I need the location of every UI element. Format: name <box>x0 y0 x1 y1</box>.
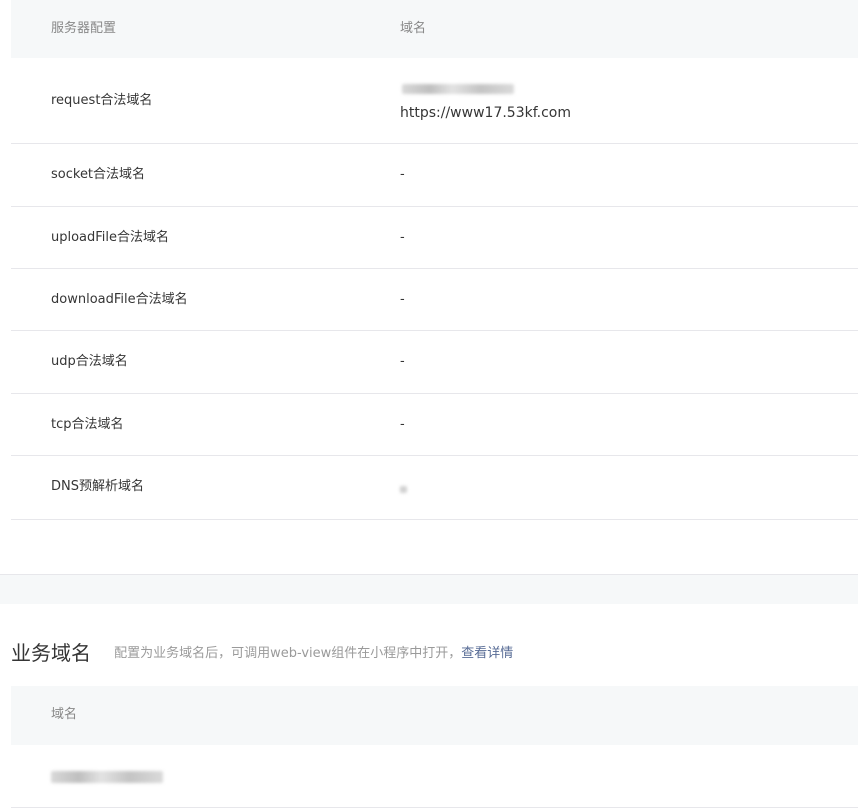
server-config-table-header: 服务器配置 域名 <box>11 0 858 58</box>
table-row-request: request合法域名 https://www17.53kf.com <box>11 58 858 144</box>
table-row-dns: DNS预解析域名 <box>11 456 858 520</box>
row-value-downloadfile: - <box>400 292 405 307</box>
section-title: 业务域名 <box>11 641 91 665</box>
view-details-link[interactable]: 查看详情 <box>461 646 513 661</box>
section-divider <box>0 574 858 604</box>
row-value-uploadfile: - <box>400 230 405 245</box>
row-label-udp: udp合法域名 <box>51 354 128 369</box>
table-row-downloadfile: downloadFile合法域名 - <box>11 269 858 331</box>
row-label-request: request合法域名 <box>51 93 153 108</box>
row-label-downloadfile: downloadFile合法域名 <box>51 292 188 307</box>
column-header-domain: 域名 <box>400 21 427 36</box>
row-label-dns: DNS预解析域名 <box>51 479 144 494</box>
redacted-domain <box>402 84 514 94</box>
row-value-socket: - <box>400 167 405 182</box>
page: 服务器配置 域名 request合法域名 https://www17.53kf.… <box>0 0 858 810</box>
column-header-server-config: 服务器配置 <box>51 21 117 36</box>
business-domain-table-header: 域名 <box>11 686 858 745</box>
table-row-uploadfile: uploadFile合法域名 - <box>11 207 858 269</box>
row-label-socket: socket合法域名 <box>51 167 146 182</box>
table-row-socket: socket合法域名 - <box>11 144 858 207</box>
column-header-domain: 域名 <box>51 707 78 722</box>
section-description: 配置为业务域名后，可调用web-view组件在小程序中打开， <box>114 646 462 661</box>
redacted-domain <box>400 486 407 493</box>
business-domain-heading: 业务域名 配置为业务域名后，可调用web-view组件在小程序中打开，查看详情 <box>11 637 513 665</box>
row-value-request: https://www17.53kf.com <box>400 105 571 121</box>
row-value-tcp: - <box>400 417 405 432</box>
row-label-uploadfile: uploadFile合法域名 <box>51 230 170 245</box>
table-row-business-domain <box>11 745 858 808</box>
row-value-udp: - <box>400 354 405 369</box>
table-row-tcp: tcp合法域名 - <box>11 394 858 456</box>
table-row-udp: udp合法域名 - <box>11 331 858 394</box>
row-label-tcp: tcp合法域名 <box>51 417 124 432</box>
redacted-domain <box>51 771 163 783</box>
